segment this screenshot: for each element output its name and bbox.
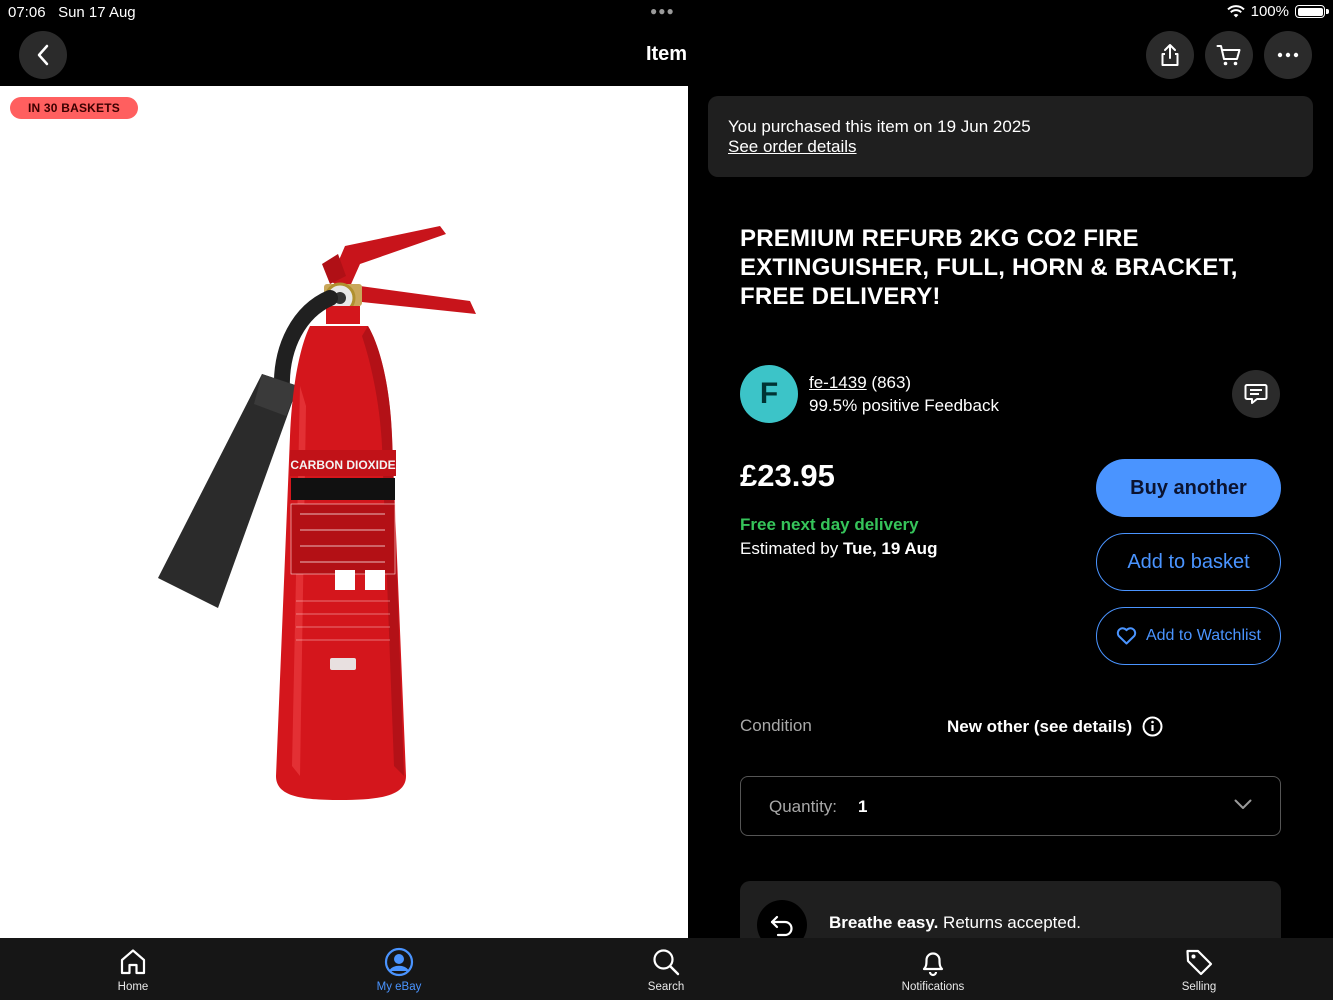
more-button[interactable]	[1264, 31, 1312, 79]
wifi-icon	[1226, 4, 1245, 17]
battery-percent: 100%	[1250, 3, 1289, 20]
account-icon	[384, 947, 414, 977]
tab-search[interactable]: Search	[606, 938, 726, 1000]
message-icon	[1244, 384, 1268, 404]
quantity-label: Quantity:	[769, 797, 838, 816]
tag-icon	[1186, 949, 1213, 976]
returns-detail: Returns accepted.	[943, 913, 1082, 932]
clock: 07:06	[8, 4, 46, 21]
tab-label: My eBay	[376, 981, 422, 993]
returns-card[interactable]: Breathe easy. Returns accepted.	[740, 881, 1281, 938]
page-title: Item	[645, 43, 688, 65]
seller-score: (863)	[871, 373, 912, 392]
info-icon[interactable]	[1142, 716, 1163, 737]
estimate-prefix: Estimated by	[740, 539, 839, 558]
purchase-date-text: You purchased this item on 19 Jun 2025	[728, 117, 1031, 136]
chevron-left-icon	[37, 44, 49, 66]
search-icon	[653, 949, 680, 976]
condition-text: New other (see details)	[947, 716, 1133, 736]
back-button[interactable]	[19, 31, 67, 79]
item-title: PREMIUM REFURB 2KG CO2 FIRE EXTINGUISHER…	[740, 225, 1238, 310]
battery-icon	[1295, 5, 1329, 18]
date: Sun 17 Aug	[58, 4, 136, 21]
fire-extinguisher-image: CARBON DIOXIDE	[158, 226, 476, 800]
seller-feedback: 99.5% positive Feedback	[809, 396, 999, 415]
quantity-value: 1	[858, 797, 868, 816]
share-button[interactable]	[1146, 31, 1194, 79]
bell-icon	[922, 952, 944, 977]
condition-label: Condition	[740, 716, 812, 735]
buy-another-button[interactable]: Buy another	[1096, 459, 1281, 517]
condition-value[interactable]: New other (see details)	[947, 716, 1163, 737]
tab-home[interactable]: Home	[73, 938, 193, 1000]
tab-label: Notifications	[901, 981, 965, 993]
seller-avatar[interactable]: F	[740, 365, 798, 423]
message-seller-button[interactable]	[1232, 370, 1280, 418]
tab-notifications[interactable]: Notifications	[873, 938, 993, 1000]
returns-headline: Breathe easy.	[829, 913, 939, 932]
more-icon	[1277, 52, 1299, 58]
delivery-estimate: Estimated by Tue, 19 Aug	[740, 539, 937, 559]
status-time: 07:06 Sun 17 Aug	[8, 4, 136, 21]
order-details-link[interactable]: See order details	[728, 137, 857, 157]
seller-name-link[interactable]: fe-1439	[809, 373, 867, 392]
cart-icon	[1216, 45, 1241, 66]
status-bar: 07:06 Sun 17 Aug ●●● 100%	[0, 0, 1333, 26]
price: £23.95	[740, 458, 835, 493]
chevron-down-icon	[1234, 799, 1252, 809]
returns-text: Breathe easy. Returns accepted.	[829, 913, 1081, 933]
cart-button[interactable]	[1205, 31, 1253, 79]
seller-info: fe-1439 (863)	[809, 373, 911, 393]
add-to-basket-button[interactable]: Add to basket	[1096, 533, 1281, 591]
quantity-select[interactable]: Quantity: 1	[740, 776, 1281, 836]
watchlist-label: Add to Watchlist	[1145, 627, 1261, 644]
home-icon	[120, 949, 146, 975]
add-to-watchlist-button[interactable]: Add to Watchlist	[1096, 607, 1281, 665]
estimate-date: Tue, 19 Aug	[843, 539, 938, 558]
tab-label: Home	[117, 981, 149, 993]
tab-my-ebay[interactable]: My eBay	[339, 938, 459, 1000]
multitasking-dots-icon[interactable]: ●●●	[650, 4, 675, 18]
tab-label: Search	[647, 981, 685, 993]
delivery-headline: Free next day delivery	[740, 515, 919, 534]
purchase-info-box: You purchased this item on 19 Jun 2025 S…	[708, 96, 1313, 177]
returns-icon	[757, 900, 807, 938]
product-image-gallery[interactable]: IN 30 BASKETS CARBON DIOXIDE	[0, 86, 688, 938]
status-indicators: 100%	[1226, 3, 1329, 20]
heart-icon	[1116, 627, 1137, 645]
share-icon	[1161, 44, 1179, 66]
tab-selling[interactable]: Selling	[1139, 938, 1259, 1000]
tab-bar: Home My eBay Search Notifications Sellin…	[0, 938, 1333, 1000]
extinguisher-label-text: CARBON DIOXIDE	[290, 458, 395, 472]
tab-label: Selling	[1181, 981, 1217, 993]
